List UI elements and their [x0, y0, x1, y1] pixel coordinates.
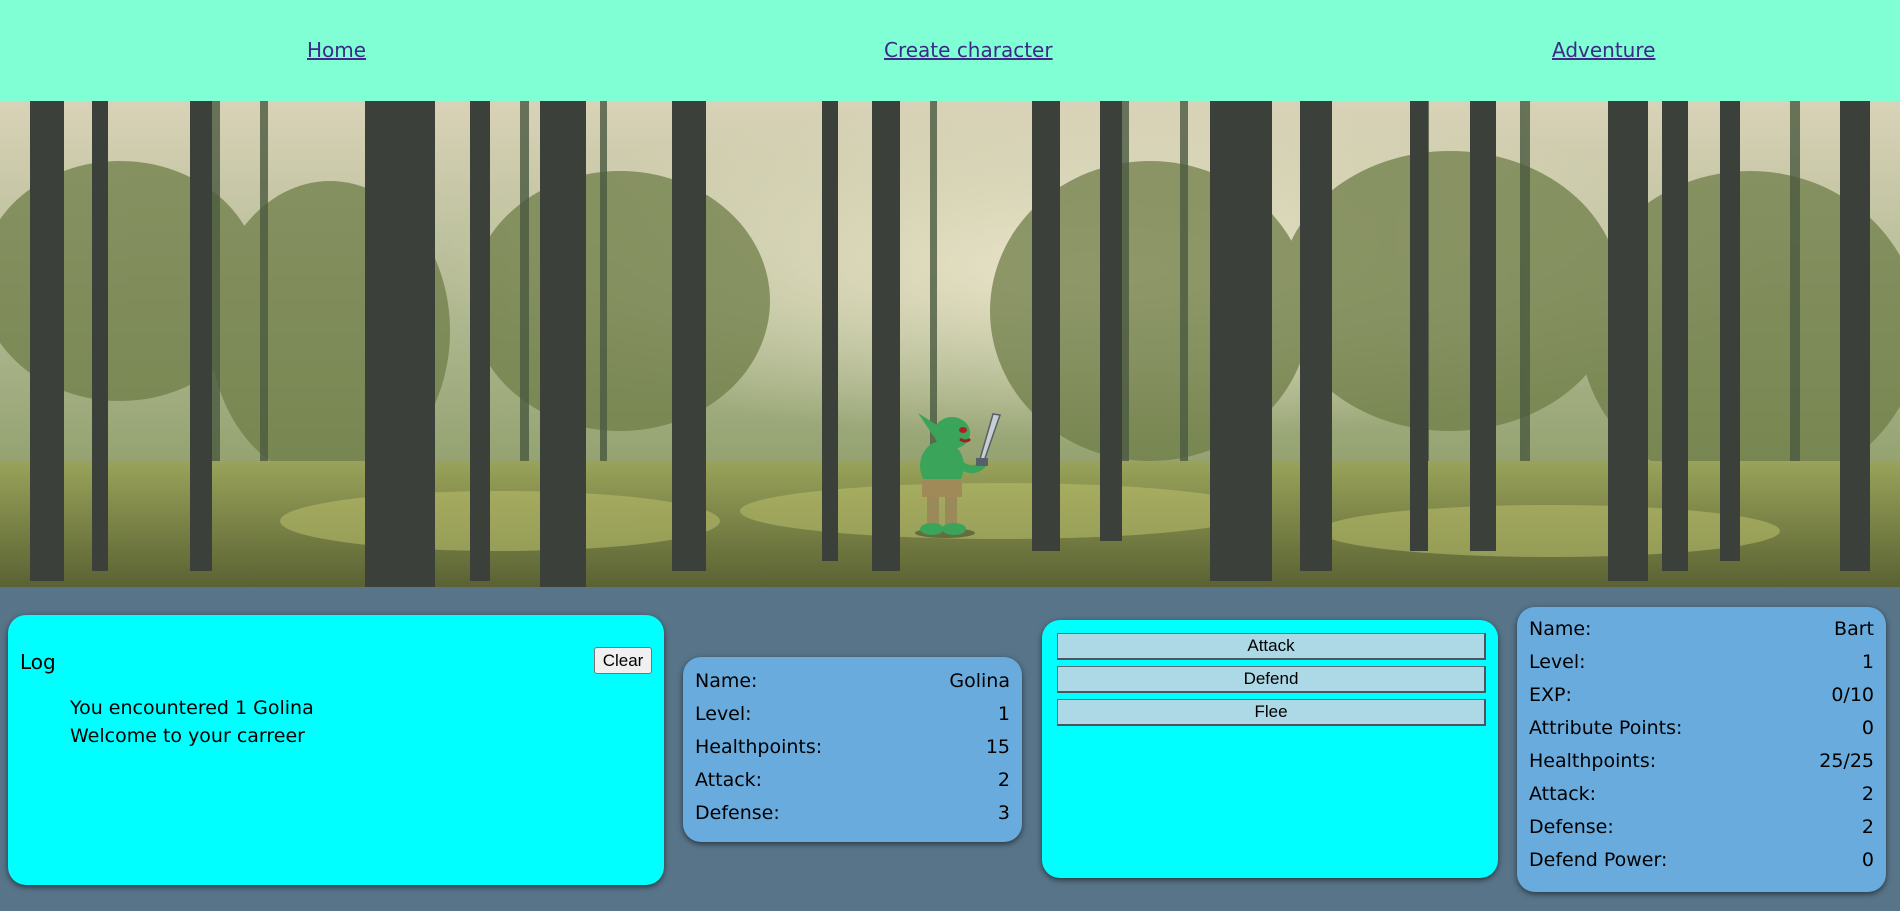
stat-label: Defense: [695, 801, 780, 824]
forest-scene [0, 101, 1900, 587]
stat-value: 3 [997, 801, 1010, 824]
stat-value: 2 [1861, 815, 1874, 838]
forest-background-image [0, 101, 1900, 587]
stat-value: 1 [997, 702, 1010, 725]
log-entry: Welcome to your carreer [70, 725, 305, 747]
nav-link-create-character[interactable]: Create character [884, 38, 1053, 62]
stat-value: 0 [1861, 848, 1874, 871]
enemy-stat-healthpoints: Healthpoints: 15 [695, 730, 1010, 763]
log-title: Log [20, 650, 56, 674]
stat-label: Name: [695, 669, 758, 692]
enemy-stat-name: Name: Golina [695, 664, 1010, 697]
player-stat-name: Name: Bart [1529, 612, 1874, 645]
defend-button[interactable]: Defend [1057, 666, 1486, 693]
stat-label: Name: [1529, 617, 1592, 640]
top-navigation: Home Create character Adventure [0, 0, 1900, 101]
player-stat-healthpoints: Healthpoints: 25/25 [1529, 744, 1874, 777]
stat-value: 2 [997, 768, 1010, 791]
stat-value: 0 [1861, 716, 1874, 739]
enemy-stats-panel: Name: Golina Level: 1 Healthpoints: 15 A… [683, 657, 1022, 842]
stat-label: Defense: [1529, 815, 1614, 838]
stat-label: Attribute Points: [1529, 716, 1683, 739]
nav-link-home[interactable]: Home [307, 38, 366, 62]
enemy-stat-level: Level: 1 [695, 697, 1010, 730]
stat-value: 25/25 [1819, 749, 1874, 772]
attack-button[interactable]: Attack [1057, 633, 1486, 660]
log-entry: You encountered 1 Golina [70, 697, 314, 719]
stat-label: Level: [695, 702, 752, 725]
stat-value: Bart [1834, 617, 1874, 640]
stat-value: 15 [985, 735, 1010, 758]
player-stat-exp: EXP: 0/10 [1529, 678, 1874, 711]
stat-label: EXP: [1529, 683, 1572, 706]
stat-label: Healthpoints: [1529, 749, 1657, 772]
stat-value: 2 [1861, 782, 1874, 805]
enemy-stat-attack: Attack: 2 [695, 763, 1010, 796]
stat-label: Level: [1529, 650, 1586, 673]
player-stat-defend-power: Defend Power: 0 [1529, 843, 1874, 876]
player-stat-level: Level: 1 [1529, 645, 1874, 678]
stat-value: Golina [949, 669, 1010, 692]
player-stat-defense: Defense: 2 [1529, 810, 1874, 843]
stat-value: 1 [1861, 650, 1874, 673]
stat-label: Defend Power: [1529, 848, 1668, 871]
stat-label: Attack: [1529, 782, 1597, 805]
stat-label: Healthpoints: [695, 735, 823, 758]
log-entries: You encountered 1 Golina Welcome to your… [70, 694, 314, 750]
player-stats-panel: Name: Bart Level: 1 EXP: 0/10 Attribute … [1517, 607, 1886, 892]
enemy-stat-defense: Defense: 3 [695, 796, 1010, 829]
stat-value: 0/10 [1831, 683, 1874, 706]
stat-label: Attack: [695, 768, 763, 791]
flee-button[interactable]: Flee [1057, 699, 1486, 726]
player-stat-attribute-points: Attribute Points: 0 [1529, 711, 1874, 744]
nav-link-adventure[interactable]: Adventure [1552, 38, 1655, 62]
game-panel-area: Log Clear You encountered 1 Golina Welco… [0, 587, 1900, 911]
actions-panel: Attack Defend Flee [1042, 620, 1498, 878]
player-stat-attack: Attack: 2 [1529, 777, 1874, 810]
log-panel: Log Clear You encountered 1 Golina Welco… [8, 615, 664, 885]
clear-log-button[interactable]: Clear [594, 647, 652, 674]
